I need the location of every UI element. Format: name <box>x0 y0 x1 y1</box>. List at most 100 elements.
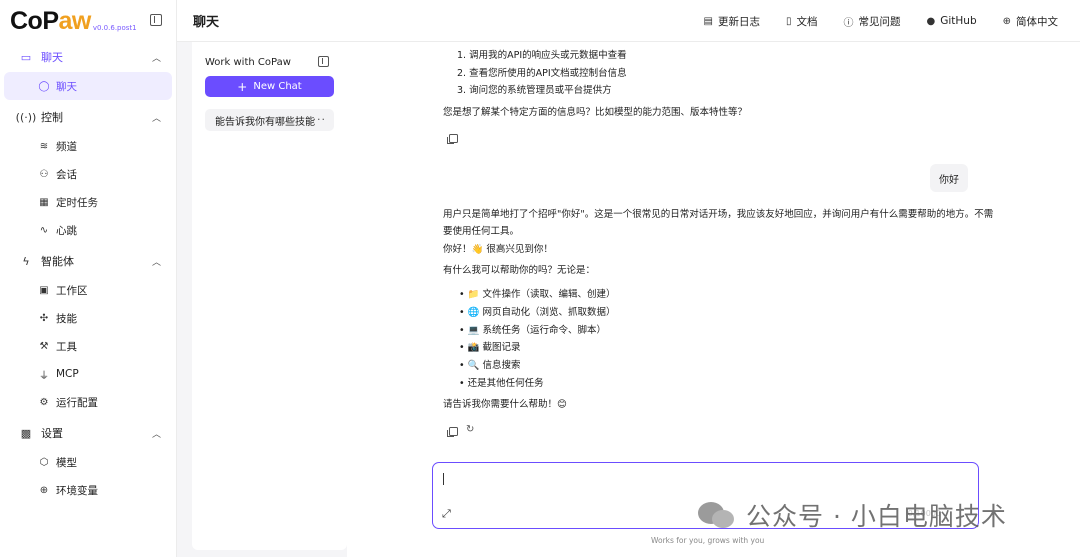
panel-toggle-icon[interactable] <box>318 56 329 67</box>
thinking-line: 要使用任何工具。 <box>443 226 520 237</box>
globe-icon: ⊕ <box>1002 15 1011 27</box>
pulse-icon: ∿ <box>39 224 49 236</box>
sidebar-item-label: 心跳 <box>56 224 77 237</box>
top-link-label: 更新日志 <box>717 15 760 28</box>
sidebar-item-label: 工作区 <box>56 284 88 297</box>
sidebar-item-label: 工具 <box>56 340 77 353</box>
sidebar-item-label: 会话 <box>56 168 77 181</box>
chat-session-item[interactable]: 能告诉我你有哪些技能 ··· <box>205 109 334 131</box>
github-link[interactable]: ● GitHub <box>926 15 976 27</box>
globe-icon: ⊕ <box>39 484 49 496</box>
sidebar-group-label: 控制 <box>41 111 63 124</box>
logo-row: CoPaw v0.0.6.post1 <box>0 0 176 42</box>
more-options-icon[interactable]: ··· <box>313 113 327 126</box>
chevron-up-icon: ︿ <box>151 54 161 64</box>
github-icon: ● <box>926 15 936 27</box>
sidebar-group-label: 智能体 <box>41 255 74 268</box>
puzzle-icon: ✣ <box>39 312 49 324</box>
chat-bubble-icon: ◯ <box>38 80 50 92</box>
sidebar-item-mcp[interactable]: ⏚ MCP <box>4 360 172 388</box>
chevron-up-icon: ︿ <box>151 430 161 440</box>
list-item: 2. 查看您所使用的API文档或控制台信息 <box>457 68 627 79</box>
list-item: • 🔍 信息搜索 <box>459 360 521 371</box>
wifi-icon: ≋ <box>39 140 49 152</box>
language-selector[interactable]: ⊕ 简体中文 <box>1003 14 1058 29</box>
sidebar-group-label: 设置 <box>41 427 63 440</box>
sidebar-item-label: MCP <box>56 368 79 380</box>
lightning-icon: ϟ <box>22 254 30 268</box>
sidebar: CoPaw v0.0.6.post1 ▭ 聊天 ︿ ◯ 聊天 ((·)) 控制 … <box>0 0 177 557</box>
user-message-bubble: 你好 <box>930 164 968 192</box>
sidebar-item-label: 模型 <box>56 456 77 469</box>
sidebar-item-run-config[interactable]: ⚙ 运行配置 <box>4 388 172 416</box>
sidebar-item-heartbeat[interactable]: ∿ 心跳 <box>4 216 172 244</box>
changelog-link[interactable]: ▤ 更新日志 <box>704 14 760 29</box>
list-item: • 🌐 网页自动化（浏览、抓取数据） <box>459 307 616 318</box>
copy-icon[interactable] <box>447 427 458 437</box>
assistant-closing: 请告诉我你需要什么帮助！😊 <box>443 399 567 410</box>
question-icon: ⓘ <box>843 17 854 29</box>
sidebar-group-settings[interactable]: ▩ 设置 ︿ <box>0 418 176 448</box>
chat-panel-header: Work with CoPaw <box>192 45 347 79</box>
list-item: • 📸 截图记录 <box>459 342 521 353</box>
sidebar-collapse-icon[interactable] <box>150 14 162 26</box>
cpu-icon: ▩ <box>20 426 32 440</box>
gear-icon: ⚙ <box>39 396 49 408</box>
plus-icon: + <box>237 79 248 94</box>
expand-icon[interactable]: ⤢ <box>442 507 451 521</box>
top-link-label: GitHub <box>940 15 977 27</box>
broadcast-icon: ((·)) <box>15 110 37 124</box>
sidebar-item-label: 聊天 <box>56 80 77 93</box>
sidebar-group-chat[interactable]: ▭ 聊天 ︿ <box>0 42 176 72</box>
sidebar-group-agent[interactable]: ϟ 智能体 ︿ <box>0 246 176 276</box>
chevron-up-icon: ︿ <box>151 258 161 268</box>
calendar-icon: ▦ <box>39 196 49 208</box>
new-chat-button[interactable]: + New Chat <box>205 76 334 97</box>
sidebar-item-tools[interactable]: ⚒ 工具 <box>4 332 172 360</box>
file-icon: ▯ <box>785 15 792 27</box>
briefcase-icon: ▣ <box>39 284 49 296</box>
sidebar-item-skills[interactable]: ✣ 技能 <box>4 304 172 332</box>
top-bar: 聊天 ▤ 更新日志 ▯ 文档 ⓘ 常见问题 ● GitHub ⊕ 简体中文 <box>177 0 1080 42</box>
watermark-text: 公众号 · 小白电脑技术 <box>746 502 1007 531</box>
assistant-thinking: 用户只是简单地打了个招呼"你好"。这是一个很常见的日常对话开场，我应该友好地回应… <box>443 206 993 240</box>
users-icon: ⚇ <box>39 168 49 180</box>
top-links: ▤ 更新日志 ▯ 文档 ⓘ 常见问题 ● GitHub ⊕ 简体中文 <box>704 0 1058 42</box>
sidebar-item-env-vars[interactable]: ⊕ 环境变量 <box>4 476 172 504</box>
assistant-greeting: 你好！👋 很高兴见到你！ <box>443 244 553 255</box>
plug-icon: ⏚ <box>39 370 49 382</box>
sidebar-item-sessions[interactable]: ⚇ 会话 <box>4 160 172 188</box>
sidebar-item-label: 运行配置 <box>56 396 98 409</box>
top-link-label: 常见问题 <box>858 15 901 28</box>
sidebar-group-label: 聊天 <box>41 51 63 64</box>
list-item: • 💻 系统任务（运行命令、脚本） <box>459 325 606 336</box>
sidebar-item-label: 定时任务 <box>56 196 98 209</box>
top-link-label: 简体中文 <box>1016 15 1058 28</box>
chat-panel-title: Work with CoPaw <box>205 56 291 68</box>
assistant-question: 您是想了解某个特定方面的信息吗？比如模型的能力范围、版本特性等？ <box>443 107 748 118</box>
sidebar-group-control[interactable]: ((·)) 控制 ︿ <box>0 102 176 132</box>
wrench-icon: ⚒ <box>39 340 49 352</box>
watermark: 公众号 · 小白电脑技术 <box>698 497 1007 533</box>
sidebar-item-workspace[interactable]: ▣ 工作区 <box>4 276 172 304</box>
sidebar-item-models[interactable]: ⬡ 模型 <box>4 448 172 476</box>
copy-icon[interactable] <box>447 134 458 144</box>
page-title: 聊天 <box>193 15 220 30</box>
list-item: • 📁 文件操作（读取、编辑、创建） <box>459 289 616 300</box>
sidebar-item-label: 环境变量 <box>56 484 98 497</box>
sidebar-item-cron[interactable]: ▦ 定时任务 <box>4 188 172 216</box>
sidebar-item-chat[interactable]: ◯ 聊天 <box>4 72 172 100</box>
sidebar-item-channels[interactable]: ≋ 频道 <box>4 132 172 160</box>
thinking-line: 用户只是简单地打了个招呼"你好"。这是一个很常见的日常对话开场，我应该友好地回应… <box>443 209 994 220</box>
cube-icon: ⬡ <box>39 456 49 468</box>
top-link-label: 文档 <box>796 15 818 28</box>
list-item: 1. 调用我的API的响应头或元数据中查看 <box>457 50 627 61</box>
document-icon: ▤ <box>703 15 713 27</box>
faq-link[interactable]: ⓘ 常见问题 <box>843 14 900 29</box>
text-caret <box>443 473 444 485</box>
docs-link[interactable]: ▯ 文档 <box>786 14 818 29</box>
refresh-icon[interactable]: ↻ <box>466 424 474 435</box>
new-chat-label: New Chat <box>253 81 302 92</box>
chevron-up-icon: ︿ <box>151 114 161 124</box>
wechat-logo-icon <box>698 500 738 530</box>
